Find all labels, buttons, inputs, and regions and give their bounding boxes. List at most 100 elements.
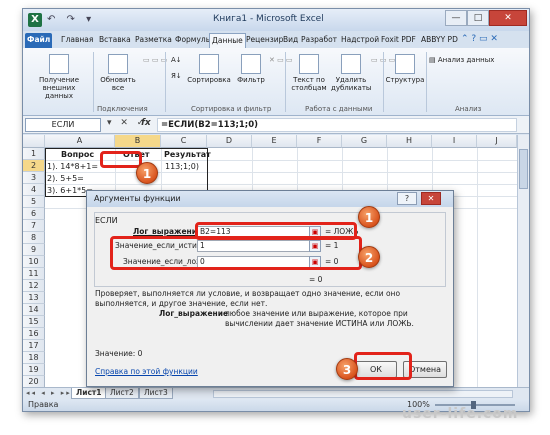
maximize-button[interactable]: □ <box>467 10 489 26</box>
row-header[interactable]: 9 <box>23 244 45 256</box>
col-header-j[interactable]: J <box>477 135 517 148</box>
row-header[interactable]: 2 <box>23 160 45 172</box>
row-header[interactable]: 14 <box>23 304 45 316</box>
group-label-connections: Подключения <box>97 105 148 113</box>
function-name: ЕСЛИ <box>95 216 118 225</box>
row-header[interactable]: 6 <box>23 208 45 220</box>
tab-foxit-pdf[interactable]: Foxit PDF <box>379 33 418 48</box>
data-analysis-button[interactable]: ▤ Анализ данных <box>429 56 494 64</box>
sheet-nav-arrows[interactable]: ◂◂ ◂ ▸ ▸▸ <box>26 389 72 397</box>
select-all-corner[interactable] <box>23 135 45 148</box>
col-header-b[interactable]: B <box>115 135 161 148</box>
watermark: user-life.com <box>402 406 519 422</box>
data-analysis-icon: ▤ <box>429 56 438 64</box>
row-header[interactable]: 10 <box>23 256 45 268</box>
dialog-close-button[interactable]: ✕ <box>421 192 441 205</box>
row-header[interactable]: 18 <box>23 352 45 364</box>
arg-help-label: Лог_выражение <box>159 309 229 318</box>
cell-a2[interactable]: 1). 14*8+1= <box>45 161 98 173</box>
row-header[interactable]: 17 <box>23 340 45 352</box>
sheet-tab-1[interactable]: Лист1 <box>71 388 107 399</box>
sheet-tab-2[interactable]: Лист2 <box>105 388 139 399</box>
tab-developer[interactable]: Разработ <box>299 33 339 48</box>
connections-small-icons[interactable]: ▭ ▭ ▭ <box>143 56 167 64</box>
text-to-columns-button[interactable]: Текст по столбцам <box>289 54 329 92</box>
row-header[interactable]: 12 <box>23 280 45 292</box>
formula-input[interactable]: =ЕСЛИ(B2=113;1;0) <box>157 118 517 132</box>
close-button[interactable]: ✕ <box>489 10 527 26</box>
sort-za-button[interactable]: Я↓ <box>171 72 182 80</box>
insert-function-icon[interactable]: fx <box>141 118 151 128</box>
tab-data[interactable]: Данные <box>209 33 246 48</box>
cell-c2[interactable]: 113;1;0) <box>163 161 199 173</box>
row-header[interactable]: 4 <box>23 184 45 196</box>
sheet-tab-3[interactable]: Лист3 <box>139 388 173 399</box>
col-header-g[interactable]: G <box>342 135 387 148</box>
get-external-data-button[interactable]: Получение внешних данных <box>29 54 89 100</box>
col-header-a[interactable]: A <box>45 135 115 148</box>
outline-button[interactable]: Структура <box>385 54 425 84</box>
row-header[interactable]: 8 <box>23 232 45 244</box>
outline-label: Структура <box>385 76 425 84</box>
row-header[interactable]: 20 <box>23 376 45 387</box>
tab-insert[interactable]: Вставка <box>97 33 133 48</box>
window-title: Книга1 - Microsoft Excel <box>213 14 324 24</box>
refresh-icon <box>108 54 128 74</box>
minimize-button[interactable]: — <box>445 10 467 26</box>
cell-a3[interactable]: 2). 5+5= <box>45 173 84 185</box>
vertical-scroll-thumb[interactable] <box>519 149 528 189</box>
dialog-title-bar: Аргументы функции ? ✕ <box>87 191 453 207</box>
sort-button[interactable]: Сортировка <box>187 54 231 84</box>
dialog-help-button[interactable]: ? <box>397 192 417 205</box>
sort-az-button[interactable]: A↓ <box>171 56 182 64</box>
filter-button[interactable]: Фильтр <box>235 54 267 84</box>
sort-icon <box>199 54 219 74</box>
cell-c1[interactable]: Результат <box>162 149 211 161</box>
vertical-scrollbar[interactable] <box>517 135 529 387</box>
col-header-d[interactable]: D <box>207 135 252 148</box>
tab-page-layout[interactable]: Разметка <box>133 33 174 48</box>
dialog-title: Аргументы функции <box>94 194 181 203</box>
col-header-h[interactable]: H <box>387 135 432 148</box>
database-icon <box>49 54 69 74</box>
group-label-sort-filter: Сортировка и фильтр <box>191 105 272 113</box>
remove-duplicates-button[interactable]: Удалить дубликаты <box>331 54 371 92</box>
ribbon-data: Получение внешних данных Обновить все ▭ … <box>23 48 529 116</box>
name-box[interactable]: ЕСЛИ <box>25 118 101 132</box>
row-header[interactable]: 15 <box>23 316 45 328</box>
cell-a1[interactable]: Вопрос <box>59 149 94 161</box>
tab-abbyy-pdf[interactable]: ABBYY PD <box>419 33 460 48</box>
col-header-c[interactable]: C <box>161 135 207 148</box>
group-separator <box>426 52 427 112</box>
row-header[interactable]: 5 <box>23 196 45 208</box>
row-header[interactable]: 13 <box>23 292 45 304</box>
ribbon-help-icons[interactable]: ⌃ ? ▭ ✕ <box>461 34 498 44</box>
excel-app-icon[interactable]: X <box>28 13 42 27</box>
highlight-value-args <box>110 236 362 270</box>
tab-home[interactable]: Главная <box>59 33 95 48</box>
function-help-link[interactable]: Справка по этой функции <box>95 367 198 376</box>
arg-label-logical-test: Лог_выражение <box>133 227 203 236</box>
status-mode: Правка <box>28 400 59 409</box>
row-header[interactable]: 7 <box>23 220 45 232</box>
group-label-analysis: Анализ <box>455 105 482 113</box>
filter-label: Фильтр <box>237 76 265 84</box>
text-to-columns-label: Текст по столбцам <box>291 76 327 92</box>
row-header[interactable]: 1 <box>23 148 45 160</box>
tab-view[interactable]: Вид <box>281 33 300 48</box>
refresh-all-button[interactable]: Обновить все <box>97 54 139 92</box>
row-header[interactable]: 16 <box>23 328 45 340</box>
row-header[interactable]: 11 <box>23 268 45 280</box>
outline-icon <box>395 54 415 74</box>
tab-review[interactable]: Рецензир <box>244 33 285 48</box>
quick-access-toolbar[interactable]: ↶ ↷ ▾ <box>47 14 95 25</box>
row-header[interactable]: 3 <box>23 172 45 184</box>
tab-addins[interactable]: Надстрой <box>339 33 381 48</box>
tab-formulas[interactable]: Формулы <box>173 33 214 48</box>
col-header-e[interactable]: E <box>252 135 297 148</box>
horizontal-scrollbar[interactable] <box>213 390 513 398</box>
tab-file[interactable]: Файл <box>25 33 53 48</box>
col-header-i[interactable]: I <box>432 135 477 148</box>
col-header-f[interactable]: F <box>297 135 342 148</box>
row-header[interactable]: 19 <box>23 364 45 376</box>
